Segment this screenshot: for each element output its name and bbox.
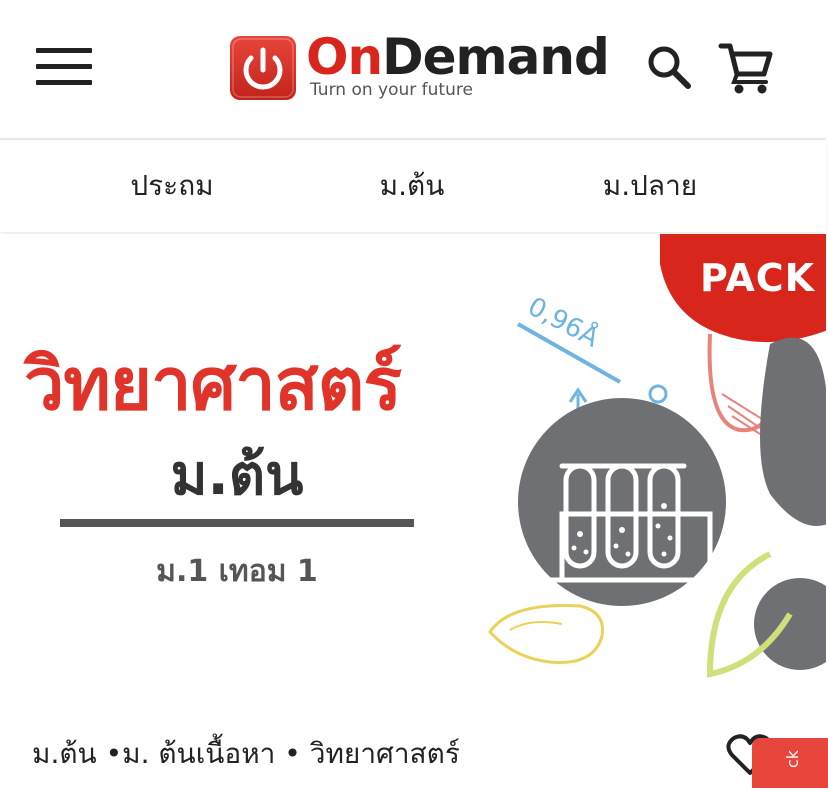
side-tab-label: ck: [783, 749, 802, 768]
tab-primary[interactable]: ประถม: [92, 140, 252, 232]
search-icon[interactable]: [644, 42, 694, 92]
tab-upper-secondary[interactable]: ม.ปลาย: [570, 140, 730, 232]
banner-divider: [60, 519, 414, 527]
pack-badge: PACK: [700, 256, 816, 300]
banner-level: ม.ต้น: [170, 443, 304, 508]
breadcrumb: ม.ต้น •ม. ต้นเนื้อหา • วิทยาศาสตร์: [32, 732, 460, 776]
science-illustration: 0,96Å: [488, 234, 826, 678]
logo-wordmark: OnDemand: [306, 28, 610, 86]
app-header: OnDemand Turn on your future: [0, 0, 826, 140]
breadcrumb-separator: •: [96, 737, 123, 770]
breadcrumb-subject[interactable]: วิทยาศาสตร์: [310, 737, 460, 770]
ondemand-logo[interactable]: OnDemand Turn on your future: [230, 28, 610, 104]
banner-term: ม.1 เทอม 1: [156, 554, 318, 589]
level-navigation: ประถม ม.ต้น ม.ปลาย: [0, 140, 826, 232]
floating-side-tab[interactable]: ck: [752, 738, 828, 788]
tab-lower-secondary[interactable]: ม.ต้น: [332, 140, 492, 232]
logo-on: On: [306, 28, 383, 86]
logo-demand: Demand: [382, 28, 610, 86]
breadcrumb-level[interactable]: ม.ต้น: [32, 737, 97, 770]
breadcrumb-category[interactable]: ม. ต้นเนื้อหา: [122, 737, 275, 770]
banner-title: วิทยาศาสตร์: [24, 342, 402, 426]
shopping-cart-icon[interactable]: [718, 40, 774, 96]
bond-length-annotation: 0,96Å: [523, 290, 605, 354]
power-icon: [230, 36, 296, 100]
breadcrumb-separator: •: [275, 737, 310, 770]
course-banner[interactable]: วิทยาศาสตร์ ม.ต้น ม.1 เทอม 1 0,96Å PACK: [0, 234, 826, 698]
hamburger-menu-icon[interactable]: [36, 48, 92, 88]
logo-tagline: Turn on your future: [310, 80, 473, 100]
